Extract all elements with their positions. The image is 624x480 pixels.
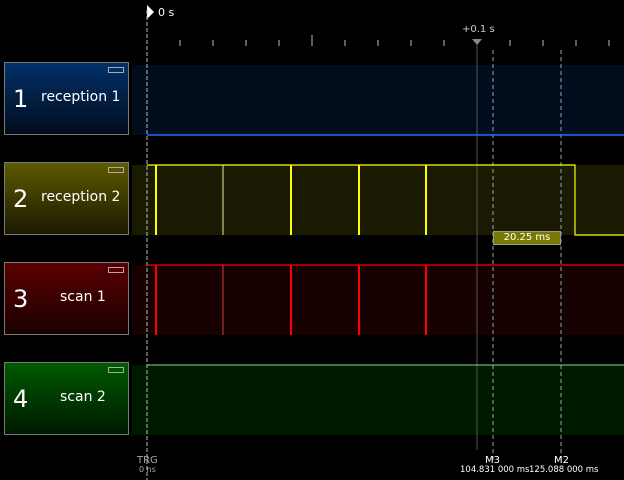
channel-1-track [132, 65, 624, 135]
channel-4-track [132, 365, 624, 435]
time-reference-label: +0.1 s [462, 24, 495, 35]
delta-measurement-value: 20.25 ms [503, 232, 551, 243]
channel-2-track [132, 165, 624, 235]
delta-measurement-badge[interactable]: 20.25 ms [493, 231, 561, 245]
trigger-position-icon[interactable] [147, 5, 154, 19]
marker-m2-time: 125.088 000 ms [529, 465, 599, 475]
time-origin-label: 0 s [158, 6, 175, 19]
channel-3-track [132, 265, 624, 335]
trigger-time: 0 ns [139, 465, 156, 474]
marker-m3-time: 104.831 000 ms [460, 465, 530, 475]
time-ruler[interactable] [179, 35, 610, 46]
reference-marker-icon[interactable] [472, 39, 482, 45]
